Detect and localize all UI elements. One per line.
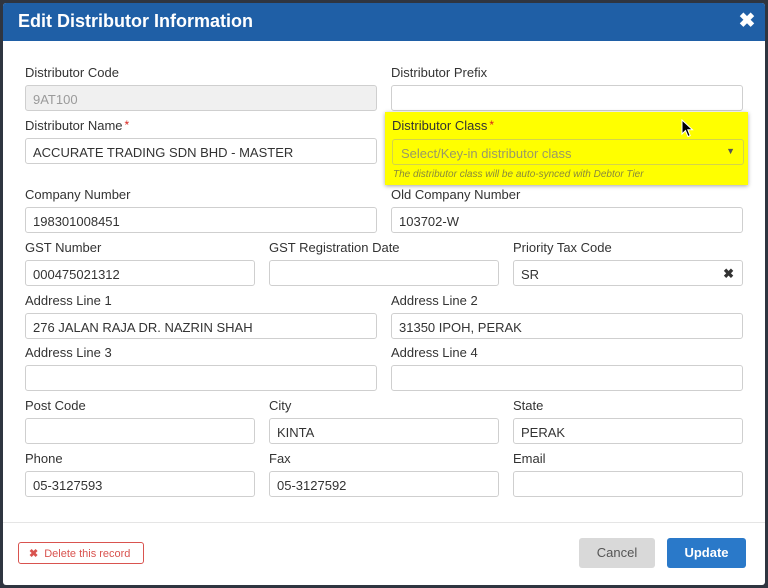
state-field[interactable]: PERAK (513, 418, 743, 444)
address-line-2-field[interactable]: 31350 IPOH, PERAK (391, 313, 743, 339)
footer-divider (3, 522, 765, 523)
distributor-name-label-text: Distributor Name (25, 118, 123, 133)
fax-field[interactable]: 05-3127592 (269, 471, 499, 497)
clear-icon[interactable]: ✖ (723, 266, 734, 282)
address-line-4-field[interactable] (391, 365, 743, 391)
company-number-field[interactable]: 198301008451 (25, 207, 377, 233)
phone-label: Phone (25, 451, 63, 466)
gst-number-field[interactable]: 000475021312 (25, 260, 255, 286)
delete-record-label: Delete this record (44, 548, 131, 560)
address-line-3-label: Address Line 3 (25, 345, 112, 360)
priority-tax-code-select[interactable]: SR ✖ (513, 260, 743, 286)
city-field[interactable]: KINTA (269, 418, 499, 444)
required-marker: * (124, 118, 130, 132)
email-label: Email (513, 451, 546, 466)
dialog-title: Edit Distributor Information (18, 11, 253, 31)
state-label: State (513, 398, 544, 413)
distributor-code-label: Distributor Code (25, 65, 119, 80)
address-line-3-field[interactable] (25, 365, 377, 391)
old-company-number-field[interactable]: 103702-W (391, 207, 743, 233)
distributor-prefix-label: Distributor Prefix (391, 65, 488, 80)
email-field[interactable] (513, 471, 743, 497)
address-line-4-label: Address Line 4 (391, 345, 478, 360)
gst-number-label: GST Number (25, 240, 102, 255)
company-number-label: Company Number (25, 187, 131, 202)
mouse-cursor-icon (681, 119, 694, 138)
distributor-name-label: Distributor Name * (25, 118, 129, 133)
delete-record-button[interactable]: ✖ Delete this record (18, 542, 144, 564)
cancel-button[interactable]: Cancel (579, 538, 655, 568)
distributor-code-field[interactable]: 9AT100 (25, 85, 377, 111)
distributor-class-note: The distributor class will be auto-synce… (393, 169, 644, 180)
city-label: City (269, 398, 292, 413)
gst-registration-date-field[interactable] (269, 260, 499, 286)
gst-registration-date-label: GST Registration Date (269, 240, 400, 255)
required-marker: * (489, 118, 495, 132)
priority-tax-code-label: Priority Tax Code (513, 240, 612, 255)
post-code-label: Post Code (25, 398, 86, 413)
distributor-class-label: Distributor Class * (392, 118, 494, 133)
delete-icon: ✖ (29, 548, 39, 560)
distributor-name-field[interactable]: ACCURATE TRADING SDN BHD - MASTER (25, 138, 377, 164)
address-line-2-label: Address Line 2 (391, 293, 478, 308)
phone-field[interactable]: 05-3127593 (25, 471, 255, 497)
address-line-1-label: Address Line 1 (25, 293, 112, 308)
dialog-header: Edit Distributor Information ✖ (3, 3, 765, 41)
chevron-down-icon[interactable]: ▼ (726, 146, 735, 156)
post-code-field[interactable] (25, 418, 255, 444)
distributor-class-placeholder: Select/Key-in distributor class (401, 146, 572, 161)
old-company-number-label: Old Company Number (391, 187, 521, 202)
fax-label: Fax (269, 451, 291, 466)
address-line-1-field[interactable]: 276 JALAN RAJA DR. NAZRIN SHAH (25, 313, 377, 339)
update-button[interactable]: Update (667, 538, 746, 568)
edit-distributor-dialog: Edit Distributor Information ✖ Distribut… (3, 3, 765, 585)
distributor-class-label-text: Distributor Class (392, 118, 488, 133)
close-icon[interactable]: ✖ (737, 10, 757, 32)
distributor-prefix-field[interactable] (391, 85, 743, 111)
priority-tax-code-value: SR (521, 267, 540, 282)
distributor-class-select[interactable]: Select/Key-in distributor class ▼ (392, 139, 744, 165)
